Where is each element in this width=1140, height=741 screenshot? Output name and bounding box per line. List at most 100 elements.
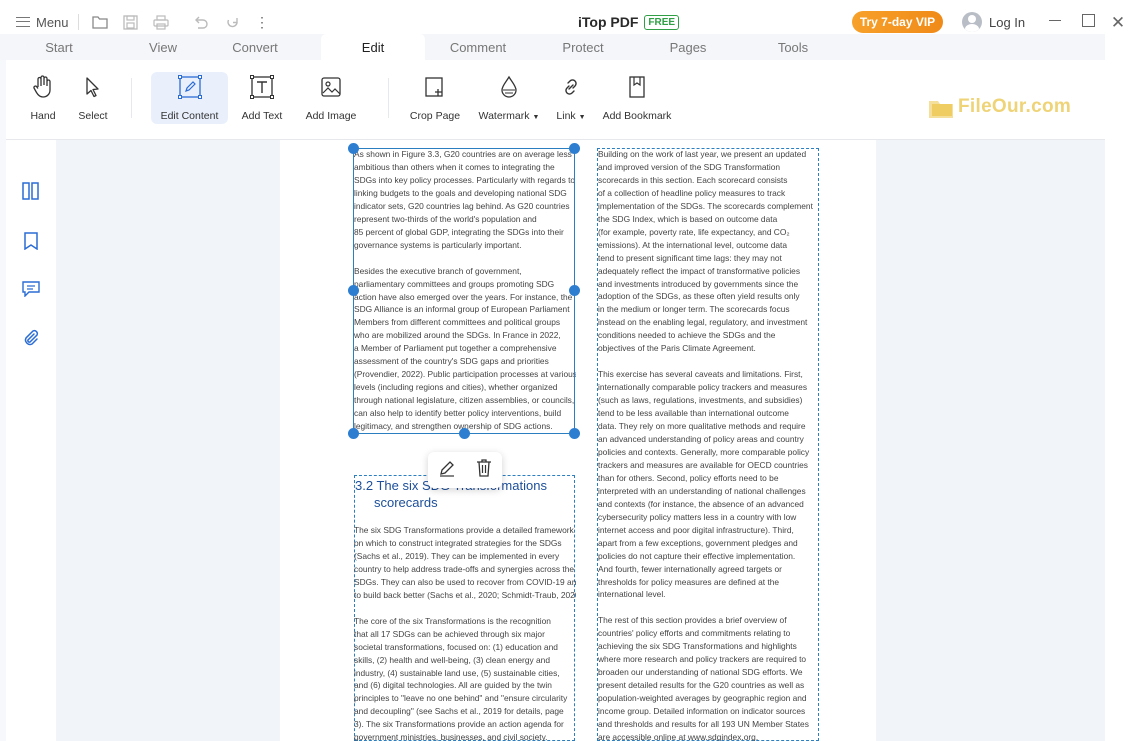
hand-icon xyxy=(30,74,56,100)
floating-edit-toolbar xyxy=(428,452,502,488)
text-line: SDGs. They can also be used to recover f… xyxy=(354,576,576,587)
resize-handle[interactable] xyxy=(459,428,470,439)
resize-handle[interactable] xyxy=(348,285,359,296)
text-line: The core of the six Transformations is t… xyxy=(354,615,551,626)
bookmark-panel-icon[interactable] xyxy=(21,231,41,251)
thumbnails-panel-icon[interactable] xyxy=(21,181,41,201)
watermark-button[interactable]: Watermark ▼ xyxy=(474,72,544,124)
left-sidebar xyxy=(6,140,56,741)
text-line: an advanced understanding of policy area… xyxy=(598,434,804,445)
text-block-left-bottom[interactable]: The six SDG Transformations provide a de… xyxy=(354,524,576,741)
pencil-edit-icon[interactable] xyxy=(438,459,456,482)
divider xyxy=(78,14,79,30)
text-line: apart from a few exceptions, government … xyxy=(598,537,798,548)
text-line: that all 17 SDGs can be achieved through… xyxy=(354,628,545,639)
free-badge: FREE xyxy=(644,14,680,30)
add-text-button[interactable]: Add Text xyxy=(236,72,288,124)
text-line xyxy=(354,602,576,615)
text-line: instead on the enabling legal, regulator… xyxy=(598,317,808,328)
resize-handle[interactable] xyxy=(348,428,359,439)
text-line: tend to be less available than internati… xyxy=(598,408,789,419)
text-line: and improved version of the SDG Transfor… xyxy=(598,161,781,172)
text-line: (such as laws, regulations, investments,… xyxy=(598,395,803,406)
tab-view[interactable]: View xyxy=(124,34,202,60)
select-tool-button[interactable]: Select xyxy=(73,72,113,124)
text-line xyxy=(598,355,819,368)
add-image-button[interactable]: Add Image xyxy=(302,72,360,124)
select-label: Select xyxy=(78,110,108,122)
link-button[interactable]: Link ▼ xyxy=(551,72,591,124)
text-line: industry, (4) sustainable land use, (5) … xyxy=(354,667,560,678)
tab-convert[interactable]: Convert xyxy=(216,34,294,60)
resize-handle[interactable] xyxy=(569,143,580,154)
chevron-down-icon: ▼ xyxy=(532,114,540,121)
attachment-panel-icon[interactable] xyxy=(21,328,41,348)
text-line: are accessible online at www.sdgindex.or… xyxy=(598,731,759,741)
text-line: and decoupling" (see Sachs et al., 2019 … xyxy=(354,706,564,717)
add-image-label: Add Image xyxy=(305,110,357,122)
text-line: present detailed results for the G20 cou… xyxy=(598,680,805,691)
text-line: The six SDG Transformations provide a de… xyxy=(354,525,574,535)
text-line: And fourth, fewer internationally agreed… xyxy=(598,563,782,574)
text-block-right[interactable]: Building on the work of last year, we pr… xyxy=(598,148,819,741)
minimize-icon[interactable] xyxy=(1045,10,1065,30)
text-line: achieving the six SDG Transformations an… xyxy=(598,641,797,652)
logo-text: FileOur.com xyxy=(958,96,1072,117)
divider xyxy=(388,78,389,118)
text-line: scorecards in this section. Each scoreca… xyxy=(598,174,788,185)
login-label: Log In xyxy=(989,14,1026,30)
maximize-icon[interactable] xyxy=(1078,10,1098,30)
tab-tools[interactable]: Tools xyxy=(754,34,832,60)
add-text-label: Add Text xyxy=(241,110,283,122)
hand-tool-button[interactable]: Hand xyxy=(23,72,63,124)
resize-handle[interactable] xyxy=(569,428,580,439)
crop-page-button[interactable]: Crop Page xyxy=(407,72,463,124)
comment-panel-icon[interactable] xyxy=(21,279,41,299)
text-line: in the medium or longer term. The scorec… xyxy=(598,304,790,315)
tab-edit[interactable]: Edit xyxy=(321,34,425,60)
cursor-arrow-icon xyxy=(80,74,106,100)
tab-pages[interactable]: Pages xyxy=(649,34,727,60)
selection-frame xyxy=(353,148,575,434)
edit-content-label: Edit Content xyxy=(160,110,219,122)
link-label-text: Link xyxy=(556,110,576,122)
text-line: than for others. Second, policy efforts … xyxy=(598,472,779,483)
text-line: This exercise has several caveats and li… xyxy=(598,369,803,380)
close-icon[interactable]: ✕ xyxy=(1108,13,1128,33)
login-button[interactable]: Log In xyxy=(962,11,1025,33)
divider xyxy=(131,78,132,118)
text-line: trackers and measures are available for … xyxy=(598,459,808,470)
resize-handle[interactable] xyxy=(348,143,359,154)
link-icon xyxy=(558,74,584,100)
try-vip-button[interactable]: Try 7-day VIP xyxy=(852,11,943,33)
text-line xyxy=(598,601,819,614)
text-line: country to help address trade-offs and s… xyxy=(354,563,575,574)
user-avatar-icon xyxy=(962,12,982,32)
text-line: where more research and policy trackers … xyxy=(598,654,807,665)
text-line: and contexts (for instance, the absence … xyxy=(598,498,804,509)
resize-handle[interactable] xyxy=(569,285,580,296)
text-line: policies and contexts. Generally, more c… xyxy=(598,446,810,457)
text-line: population-weighted averages by geograph… xyxy=(598,693,807,704)
hamburger-icon xyxy=(16,17,30,27)
text-line: emissions). At the international level, … xyxy=(598,239,788,250)
text-line: and investments introduced by government… xyxy=(598,278,799,289)
text-line: and (6) digital technologies. All are gu… xyxy=(354,680,552,691)
text-line: on which to construct integrated strateg… xyxy=(354,537,562,548)
tab-comment[interactable]: Comment xyxy=(439,34,517,60)
add-bookmark-button[interactable]: Add Bookmark xyxy=(600,72,674,124)
text-line: cybersecurity policy matters less in a c… xyxy=(598,511,797,522)
trash-delete-icon[interactable] xyxy=(475,458,493,482)
text-line: (Sachs et al., 2019). They can be implem… xyxy=(354,550,560,561)
tab-start[interactable]: Start xyxy=(20,34,98,60)
heading-line-2: scorecards xyxy=(374,495,438,510)
menu-label: Menu xyxy=(36,14,69,30)
text-line: adoption of the SDGs, as these often yie… xyxy=(598,291,800,302)
text-line: adequately reflect the impact of transfo… xyxy=(598,265,801,276)
text-line: internationally comparable policy tracke… xyxy=(598,382,808,393)
text-line: tend to present significant time lags: t… xyxy=(598,252,782,263)
tab-protect[interactable]: Protect xyxy=(544,34,622,60)
edit-content-button[interactable]: Edit Content xyxy=(151,72,228,124)
text-line: Building on the work of last year, we pr… xyxy=(598,149,807,159)
link-label: Link ▼ xyxy=(556,110,585,122)
